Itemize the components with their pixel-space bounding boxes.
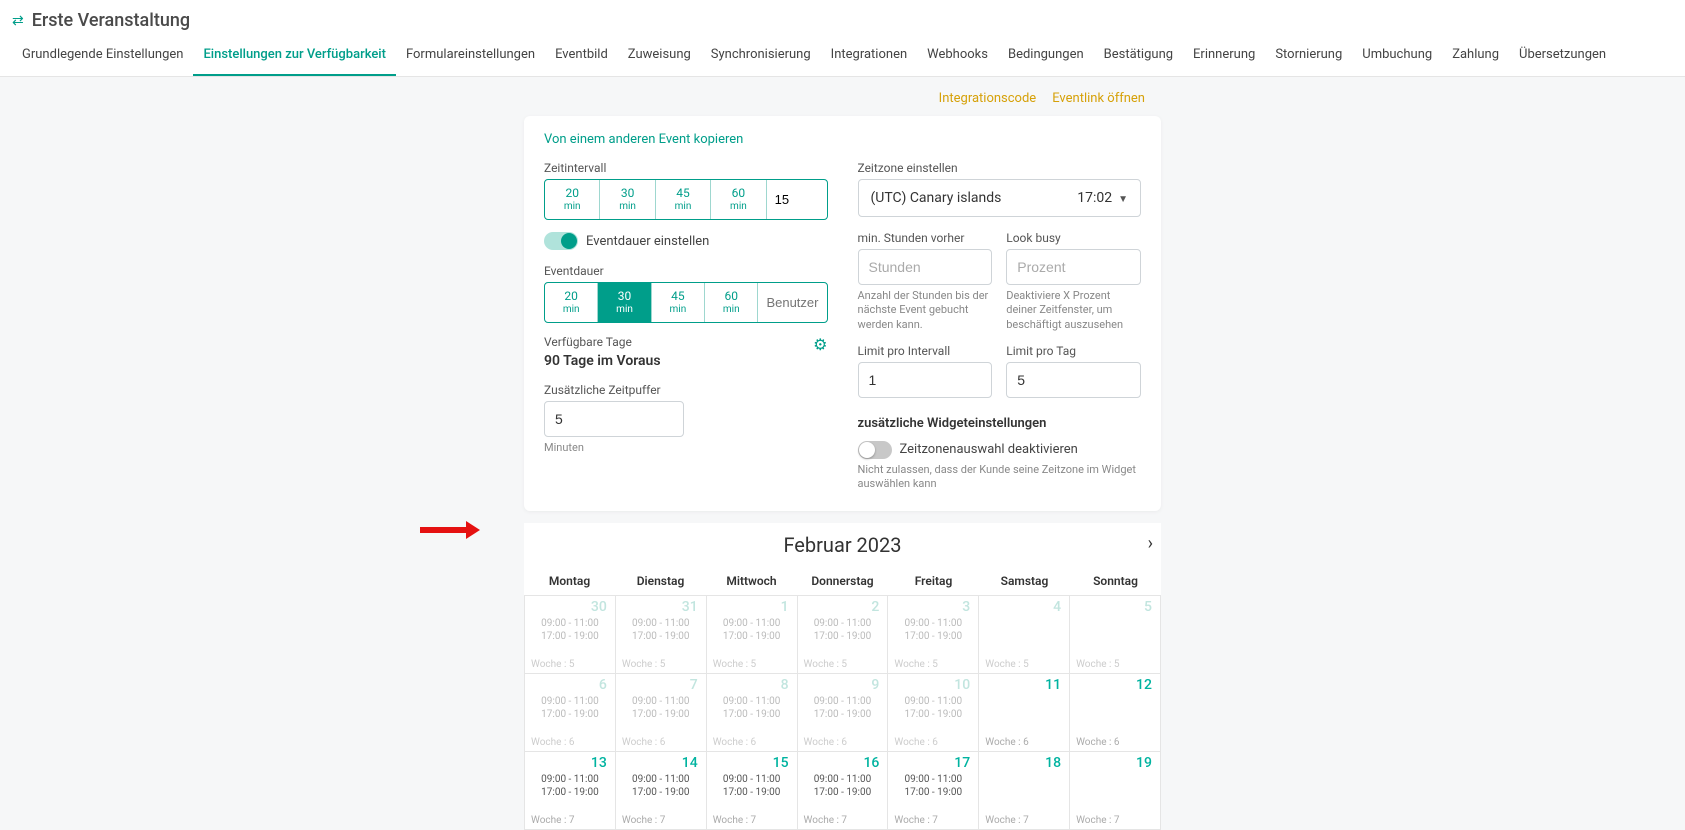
tab-7[interactable]: Webhooks [917,37,998,76]
interval-custom-input[interactable] [767,180,827,219]
calendar-next-button[interactable]: › [1148,533,1153,554]
tab-2[interactable]: Formulareinstellungen [396,37,545,76]
interval-option-30[interactable]: 30min [600,180,655,219]
chevron-down-icon: ▼ [1118,194,1128,205]
calendar-day-3[interactable]: 309:00 - 11:0017:00 - 19:00Woche : 5 [888,596,979,674]
day-header: Dienstag [615,567,706,595]
buffer-label: Zusätzliche Zeitpuffer [544,383,684,397]
calendar-day-6[interactable]: 609:00 - 11:0017:00 - 19:00Woche : 6 [525,674,616,752]
gear-icon[interactable]: ⚙ [813,335,827,354]
limit-interval-label: Limit pro Intervall [858,344,993,358]
duration-label: Eventdauer [544,264,828,278]
calendar-day-11[interactable]: 11Woche : 6 [979,674,1070,752]
look-busy-hint: Deaktiviere X Prozent deiner Zeitfenster… [1006,289,1141,332]
calendar-day-13[interactable]: 1309:00 - 11:0017:00 - 19:00Woche : 7 [525,752,616,830]
interval-option-20[interactable]: 20min [545,180,600,219]
calendar-header: Februar 2023 › [524,523,1161,567]
calendar-day-5[interactable]: 5Woche : 5 [1070,596,1161,674]
interval-segment: 20min30min45min60min [544,179,828,220]
day-header: Sonntag [1070,567,1161,595]
duration-segment: 20min30min45min60min [544,282,828,323]
min-hours-label: min. Stunden vorher [858,231,993,245]
tab-12[interactable]: Umbuchung [1352,37,1442,76]
timezone-value: (UTC) Canary islands [871,190,1002,206]
set-duration-toggle-label: Eventdauer einstellen [586,234,709,249]
day-header: Samstag [979,567,1070,595]
calendar-day-16[interactable]: 1609:00 - 11:0017:00 - 19:00Woche : 7 [798,752,889,830]
duration-option-60[interactable]: 60min [705,283,758,322]
timezone-time: 17:02 [1077,190,1112,206]
settings-tabs: Grundlegende EinstellungenEinstellungen … [12,37,1673,76]
tab-1[interactable]: Einstellungen zur Verfügbarkeit [193,37,396,76]
tab-0[interactable]: Grundlegende Einstellungen [12,37,193,76]
calendar-day-19[interactable]: 19Woche : 7 [1070,752,1161,830]
calendar-day-10[interactable]: 1009:00 - 11:0017:00 - 19:00Woche : 6 [888,674,979,752]
tab-6[interactable]: Integrationen [821,37,917,76]
buffer-input[interactable] [544,401,684,437]
limit-day-input[interactable] [1006,362,1141,398]
tab-10[interactable]: Erinnerung [1183,37,1265,76]
annotation-arrow [420,521,480,539]
tab-9[interactable]: Bestätigung [1094,37,1183,76]
tab-13[interactable]: Zahlung [1442,37,1509,76]
day-header: Mittwoch [706,567,797,595]
day-header: Freitag [888,567,979,595]
min-hours-hint: Anzahl der Stunden bis der nächste Event… [858,289,993,332]
interval-option-60[interactable]: 60min [711,180,766,219]
look-busy-input[interactable] [1006,249,1141,285]
set-duration-toggle[interactable] [544,232,578,250]
tab-14[interactable]: Übersetzungen [1509,37,1616,76]
day-header: Montag [524,567,615,595]
calendar-day-headers: MontagDienstagMittwochDonnerstagFreitagS… [524,567,1161,596]
page-title: Erste Veranstaltung [32,10,190,31]
widget-extra-heading: zusätzliche Widgeteinstellungen [858,416,1142,431]
calendar-day-12[interactable]: 12Woche : 6 [1070,674,1161,752]
calendar-day-4[interactable]: 4Woche : 5 [979,596,1070,674]
tab-11[interactable]: Stornierung [1265,37,1352,76]
calendar-day-31[interactable]: 3109:00 - 11:0017:00 - 19:00Woche : 5 [616,596,707,674]
calendar-day-1[interactable]: 109:00 - 11:0017:00 - 19:00Woche : 5 [707,596,798,674]
tab-3[interactable]: Eventbild [545,37,618,76]
calendar-day-18[interactable]: 18Woche : 7 [979,752,1070,830]
duration-option-30[interactable]: 30min [598,283,651,322]
limit-day-label: Limit pro Tag [1006,344,1141,358]
duration-option-45[interactable]: 45min [652,283,705,322]
tab-5[interactable]: Synchronisierung [701,37,821,76]
calendar-day-30[interactable]: 3009:00 - 11:0017:00 - 19:00Woche : 5 [525,596,616,674]
calendar-day-8[interactable]: 809:00 - 11:0017:00 - 19:00Woche : 6 [707,674,798,752]
calendar-day-17[interactable]: 1709:00 - 11:0017:00 - 19:00Woche : 7 [888,752,979,830]
calendar-day-15[interactable]: 1509:00 - 11:0017:00 - 19:00Woche : 7 [707,752,798,830]
min-hours-input[interactable] [858,249,993,285]
calendar-day-2[interactable]: 209:00 - 11:0017:00 - 19:00Woche : 5 [798,596,889,674]
open-event-link[interactable]: Eventlink öffnen [1052,91,1145,106]
available-days-label: Verfügbare Tage [544,335,661,349]
duration-option-20[interactable]: 20min [545,283,598,322]
interval-label: Zeitintervall [544,161,828,175]
calendar-day-7[interactable]: 709:00 - 11:0017:00 - 19:00Woche : 6 [616,674,707,752]
look-busy-label: Look busy [1006,231,1141,245]
available-days-value: 90 Tage im Voraus [544,353,661,369]
day-header: Donnerstag [797,567,888,595]
tab-8[interactable]: Bedingungen [998,37,1094,76]
limit-interval-input[interactable] [858,362,993,398]
buffer-unit: Minuten [544,441,684,455]
disable-timezone-label: Zeitzonenauswahl deaktivieren [900,442,1078,457]
tab-4[interactable]: Zuweisung [618,37,701,76]
timezone-label: Zeitzone einstellen [858,161,1142,175]
duration-custom-input[interactable] [758,283,826,322]
timezone-select[interactable]: (UTC) Canary islands 17:02 ▼ [858,179,1142,217]
calendar-day-9[interactable]: 909:00 - 11:0017:00 - 19:00Woche : 6 [798,674,889,752]
integration-code-link[interactable]: Integrationscode [939,91,1037,106]
copy-from-other-event-link[interactable]: Von einem anderen Event kopieren [544,132,743,147]
calendar-grid: 3009:00 - 11:0017:00 - 19:00Woche : 5310… [524,596,1161,830]
disable-timezone-toggle[interactable] [858,441,892,459]
calendar-title: Februar 2023 [783,533,901,557]
calendar-day-14[interactable]: 1409:00 - 11:0017:00 - 19:00Woche : 7 [616,752,707,830]
interval-option-45[interactable]: 45min [656,180,711,219]
disable-timezone-hint: Nicht zulassen, dass der Kunde seine Zei… [858,463,1142,492]
swap-icon: ⇄ [12,13,24,29]
